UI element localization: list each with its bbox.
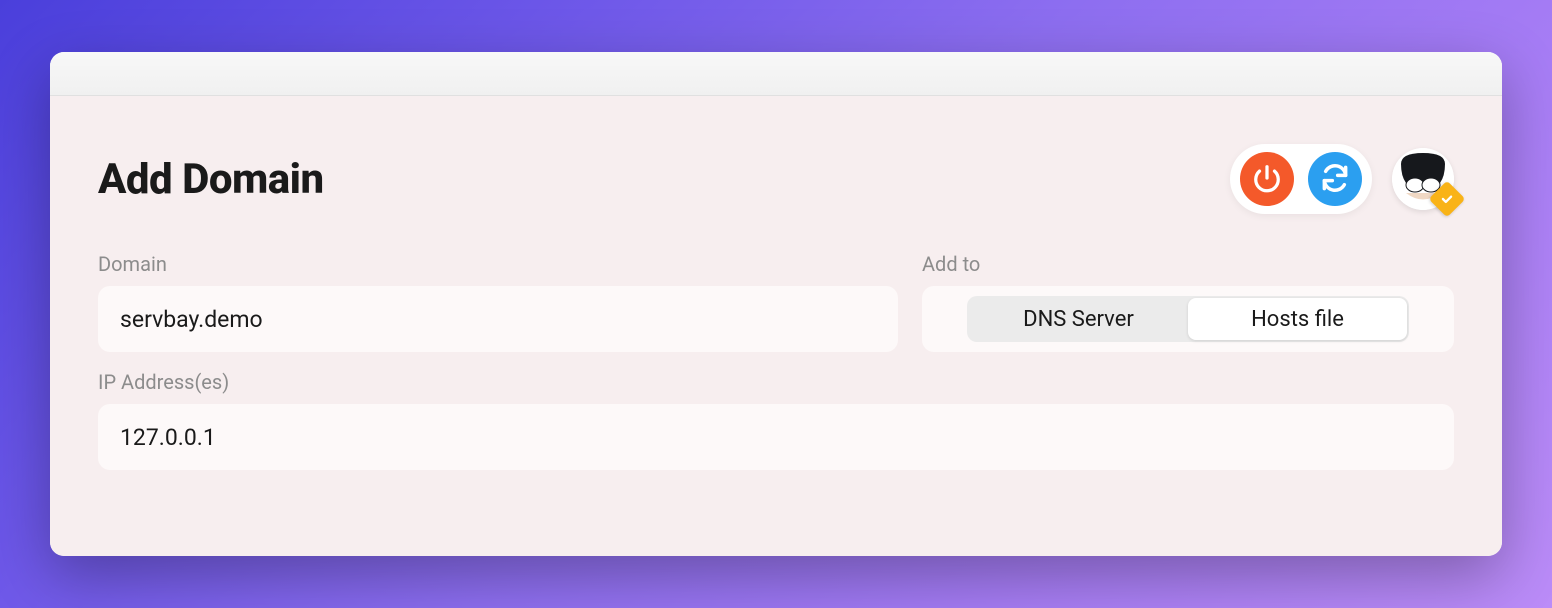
refresh-icon	[1319, 162, 1351, 197]
addto-segmented-wrap: DNS Server Hosts file	[922, 286, 1454, 352]
app-window: Add Domain	[50, 52, 1502, 556]
domain-label: Domain	[98, 252, 898, 276]
action-pill	[1230, 144, 1372, 214]
addto-group: Add to DNS Server Hosts file	[922, 252, 1454, 352]
ip-input[interactable]	[98, 404, 1454, 470]
segment-hosts-file[interactable]: Hosts file	[1188, 298, 1407, 340]
power-button[interactable]	[1240, 152, 1294, 206]
segment-dns-server[interactable]: DNS Server	[969, 298, 1188, 340]
header-actions	[1230, 144, 1454, 214]
content-pane: Add Domain	[50, 96, 1502, 556]
avatar-wrap[interactable]	[1392, 148, 1454, 210]
ip-group: IP Address(es)	[98, 370, 1454, 470]
refresh-button[interactable]	[1308, 152, 1362, 206]
power-icon	[1252, 163, 1282, 196]
window-titlebar[interactable]	[50, 52, 1502, 96]
ip-label: IP Address(es)	[98, 370, 1454, 394]
page-title: Add Domain	[98, 155, 324, 204]
domain-input[interactable]	[98, 286, 898, 352]
addto-label: Add to	[922, 252, 1454, 276]
form-row-1: Domain Add to DNS Server Hosts file	[98, 252, 1454, 352]
domain-group: Domain	[98, 252, 898, 352]
form-row-2: IP Address(es)	[98, 370, 1454, 470]
header-row: Add Domain	[98, 144, 1454, 214]
addto-segmented: DNS Server Hosts file	[967, 296, 1409, 342]
